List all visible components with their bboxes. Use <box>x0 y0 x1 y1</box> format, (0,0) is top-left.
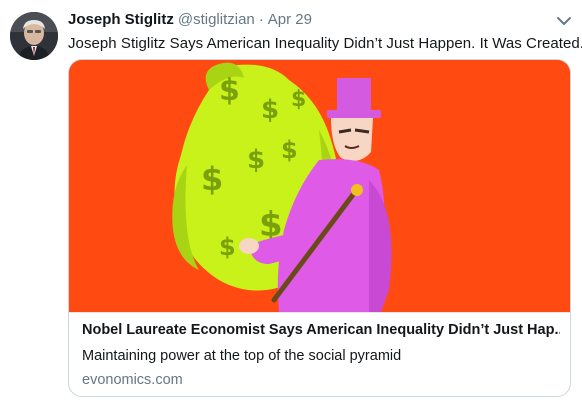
card-image[interactable]: $ $ $ $ $ $ $ $ $ <box>69 60 570 312</box>
svg-text:$: $ <box>281 136 298 164</box>
link-card[interactable]: $ $ $ $ $ $ $ $ $ <box>68 59 571 397</box>
author-name[interactable]: Joseph Stiglitz <box>68 11 174 28</box>
card-body[interactable]: Nobel Laureate Economist Says American I… <box>69 312 570 396</box>
tweet-date[interactable]: Apr 29 <box>268 11 312 28</box>
avatar[interactable] <box>10 12 58 60</box>
tweet-header: Joseph Stiglitz @stiglitzian · Apr 29 <box>68 11 312 31</box>
svg-text:$: $ <box>219 73 240 108</box>
separator-dot: · <box>258 11 264 28</box>
svg-text:$: $ <box>247 145 265 175</box>
svg-text:$: $ <box>261 95 279 125</box>
author-handle[interactable]: @stiglitzian <box>178 11 255 28</box>
card-domain: evonomics.com <box>82 372 183 388</box>
svg-text:$: $ <box>219 233 236 261</box>
chevron-down-icon[interactable] <box>556 14 572 26</box>
svg-text:$: $ <box>201 160 223 198</box>
svg-text:$: $ <box>291 87 306 112</box>
tweet[interactable]: Joseph Stiglitz @stiglitzian · Apr 29 Jo… <box>0 0 582 405</box>
card-description: Maintaining power at the top of the soci… <box>82 348 402 364</box>
tweet-text: Joseph Stiglitz Says American Inequality… <box>68 35 582 52</box>
card-title[interactable]: Nobel Laureate Economist Says American I… <box>82 322 560 338</box>
